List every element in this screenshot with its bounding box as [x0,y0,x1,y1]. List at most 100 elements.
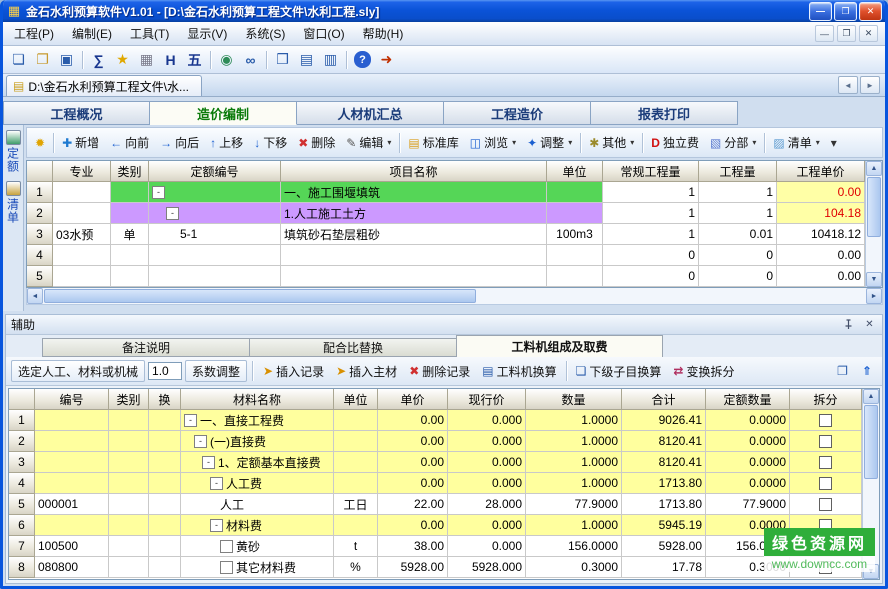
expand-box-icon[interactable]: - [202,456,215,469]
mdi-close-button[interactable]: ✕ [859,25,878,42]
grid-cell[interactable]: 0.0000 [706,410,790,431]
help-icon[interactable]: ? [354,51,371,68]
expand-box-icon[interactable]: - [152,186,165,199]
menu-item-2[interactable]: 工具(T) [121,22,178,45]
grid-row[interactable]: 5000.00 [27,266,865,287]
grid-row[interactable]: 1-一、直接工程费0.000.0001.00009026.410.0000 [9,410,862,431]
header-h-icon[interactable]: H [159,49,182,71]
grid-cell[interactable] [109,473,149,494]
grid-cell[interactable]: 0.000 [448,452,526,473]
grid-cell[interactable]: 5-1 [149,224,281,245]
grid-cell[interactable]: 1.人工施工土方 [281,203,547,224]
grid-cell[interactable]: 1.0000 [526,431,622,452]
column-header[interactable]: 现行价 [448,389,526,410]
row-number-cell[interactable]: 6 [9,515,35,536]
row-number-cell[interactable]: 1 [27,182,53,203]
grid-cell[interactable]: 28.000 [448,494,526,515]
scroll-left-icon[interactable]: ◄ [27,288,43,304]
scroll-up-icon[interactable]: ▲ [866,161,882,176]
grid-cell[interactable]: 0.00 [378,431,448,452]
menu-item-5[interactable]: 窗口(O) [294,22,353,45]
column-header[interactable]: 拆分 [790,389,862,410]
grid-cell[interactable]: 77.9000 [526,494,622,515]
split-checkbox[interactable] [819,435,832,448]
grid-cell[interactable] [53,266,111,287]
column-header[interactable] [9,389,35,410]
tip-icon[interactable]: ✹ [30,131,50,155]
menu-item-0[interactable]: 工程(P) [5,22,63,45]
document-tab[interactable]: ▤ D:\金石水利预算工程文件\水... [6,75,202,96]
material-machine-conversion-button[interactable]: ▤工料机换算 [477,359,561,383]
scroll-right-icon[interactable]: ► [866,288,882,304]
grid-cell[interactable]: 人工 [181,494,334,515]
grid-cell[interactable] [109,557,149,578]
delete-button[interactable]: ✖删除 [293,131,340,155]
copy-result-icon[interactable]: ❐ [832,359,853,383]
grid-cell[interactable]: 0 [699,245,777,266]
grid-row[interactable]: 4-人工费0.000.0001.00001713.800.0000 [9,473,862,494]
grid-cell[interactable]: 1 [699,203,777,224]
grid-cell[interactable] [109,452,149,473]
grid-cell[interactable] [109,431,149,452]
grid-cell[interactable]: - [149,182,281,203]
scrollbar-thumb[interactable] [867,177,881,237]
close-button[interactable]: ✕ [859,2,882,21]
grid-cell[interactable]: -(一)直接费 [181,431,334,452]
grid-cell[interactable]: 0.000 [448,431,526,452]
grid-cell[interactable]: 22.00 [378,494,448,515]
grid-cell[interactable] [547,203,603,224]
star-icon[interactable]: ★ [111,49,134,71]
pin-icon[interactable] [841,318,856,332]
scrollbar-track[interactable] [477,288,866,304]
column-header[interactable]: 工程量 [699,161,777,182]
grid-cell[interactable] [790,410,862,431]
column-header[interactable]: 项目名称 [281,161,547,182]
copy-pages-icon[interactable]: ❒ [271,49,294,71]
grid-cell[interactable] [790,431,862,452]
grid-cell[interactable] [109,515,149,536]
grid-cell[interactable] [149,473,181,494]
grid-cell[interactable]: 0.00 [777,182,865,203]
adjust-button[interactable]: ✦调整▾ [522,131,577,155]
transform-split-button[interactable]: ⇄变换拆分 [668,359,739,383]
main-tab-1[interactable]: 造价编制 [150,101,297,125]
new-document-icon[interactable]: ❏ [7,49,30,71]
column-header[interactable] [27,161,53,182]
column-header[interactable]: 单位 [547,161,603,182]
grid-cell[interactable] [53,182,111,203]
row-number-cell[interactable]: 4 [27,245,53,266]
grid-cell[interactable]: 一、施工围堰填筑 [281,182,547,203]
tab-scroll-left-icon[interactable]: ◄ [838,76,858,94]
grid-cell[interactable] [149,266,281,287]
grid-cell[interactable] [334,473,378,494]
grid-cell[interactable] [281,266,547,287]
table-icon[interactable]: ▦ [135,49,158,71]
split-checkbox[interactable] [819,456,832,469]
split-checkbox[interactable] [819,498,832,511]
grid-cell[interactable] [149,557,181,578]
row-number-cell[interactable]: 3 [27,224,53,245]
independent-fee-button[interactable]: D独立费 [646,131,704,155]
grid-cell[interactable]: 100500 [35,536,109,557]
tab-scroll-right-icon[interactable]: ► [860,76,880,94]
grid-cell[interactable]: 0 [603,266,699,287]
grid-row[interactable]: 2-1.人工施工土方11104.18 [27,203,865,224]
other-button[interactable]: ✱其他▾ [584,131,639,155]
grid-cell[interactable]: 104.18 [777,203,865,224]
insert-main-material-button[interactable]: ➤插入主材 [331,359,402,383]
main-tab-2[interactable]: 人材机汇总 [297,101,444,125]
expand-box-icon[interactable] [220,540,233,553]
grid-row[interactable]: 8080800其它材料费%5928.005928.0000.300017.780… [9,557,862,578]
grid-cell[interactable] [109,410,149,431]
grid-cell[interactable]: 10418.12 [777,224,865,245]
expand-box-icon[interactable]: - [210,519,223,532]
grid-cell[interactable] [35,515,109,536]
move-prev-button[interactable]: ←向前 [105,131,154,155]
factor-input[interactable] [148,362,182,380]
grid-cell[interactable] [53,203,111,224]
grid-cell[interactable] [149,431,181,452]
column-header[interactable]: 数量 [526,389,622,410]
grid-cell[interactable]: 5928.00 [378,557,448,578]
grid-cell[interactable]: -人工费 [181,473,334,494]
row-number-cell[interactable]: 5 [27,266,53,287]
